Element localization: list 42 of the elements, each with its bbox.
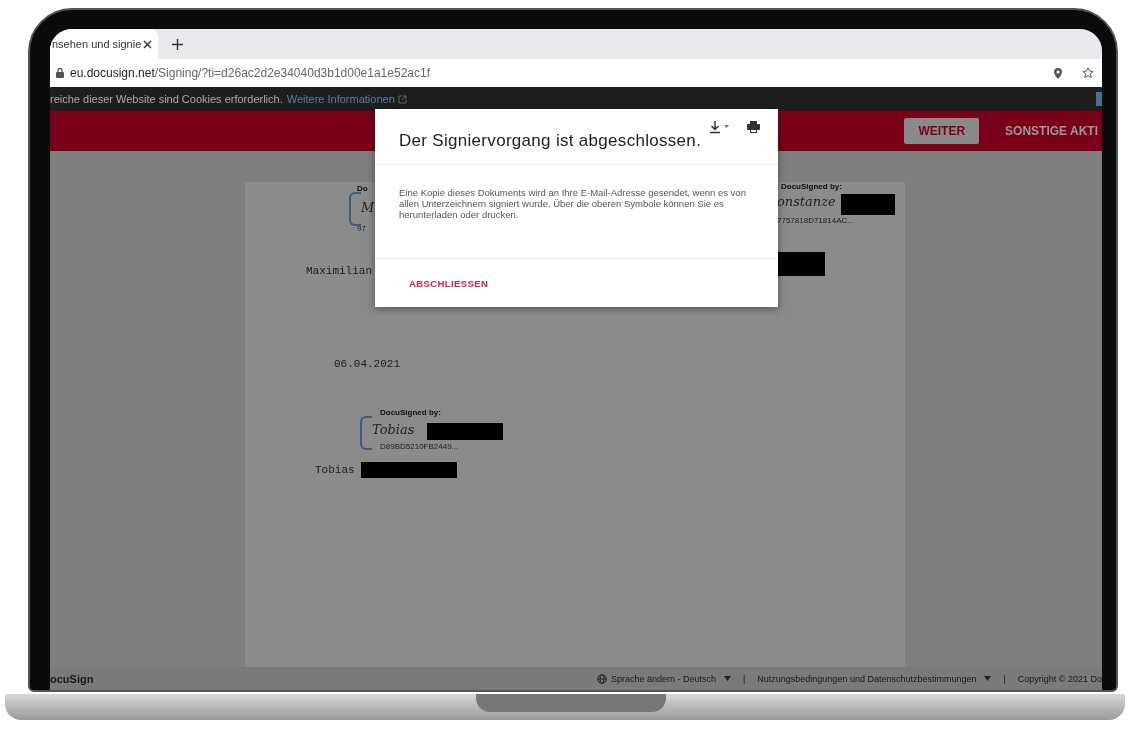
close-icon[interactable]: [143, 39, 152, 49]
signer-name: Tobias: [315, 464, 355, 476]
dialog-title: Der Signiervorgang ist abgeschlossen.: [399, 131, 702, 151]
star-icon[interactable]: [1082, 67, 1094, 79]
signature-caption: DocuSigned by:: [380, 408, 441, 417]
terms-menu[interactable]: Nutzungsbedingungen und Datenschutzbestimmungen: [757, 673, 992, 684]
signature: onstanze: [777, 194, 836, 209]
signature-id: 7757818D71814AC...: [777, 216, 854, 225]
globe-icon: [596, 673, 607, 684]
other-actions-button[interactable]: SONSTIGE AKTI: [1005, 124, 1098, 138]
signature-bracket: [360, 416, 372, 450]
signature-id: 97: [357, 224, 366, 233]
language-menu[interactable]: Sprache ändern - Deutsch: [596, 673, 731, 684]
signature-caption: DocuSigned by:: [781, 182, 842, 191]
caret-icon: [984, 676, 992, 681]
signature: Tobias: [372, 422, 415, 437]
download-icon[interactable]: [709, 121, 730, 134]
print-icon[interactable]: [747, 121, 761, 133]
signature: M: [361, 200, 375, 215]
copyright-text: Copyright © 2021 Do: [1017, 673, 1102, 684]
dialog-message: Eine Kopie dieses Dokuments wird an Ihre E-Mail-Adresse gesendet, wenn es von allen Unterzeichnern signiert wurde. Über die oberen Symbole können Sie es herunterladen oder drucken.: [399, 187, 746, 220]
signature-id: D89BD5210FB2449...: [380, 442, 459, 451]
brand-logo: ocuSign: [50, 672, 94, 685]
caret-icon: [723, 676, 731, 681]
cookie-notice: reiche dieser Website sind Cookies erforderlich.: [50, 93, 283, 105]
continue-button[interactable]: WEITER: [904, 118, 980, 144]
divider: |: [1003, 673, 1006, 684]
more-info-link[interactable]: Weitere Informationen: [286, 93, 395, 105]
divider: |: [742, 673, 746, 684]
signature-caption: Do: [357, 184, 368, 193]
url-text[interactable]: eu.docusign.net/Signing/?ti=d26ac2d2e34040d3b1d00e1a1e52ac1f: [70, 66, 430, 80]
redaction-bar: [841, 194, 895, 215]
signer-name: Maximilian: [306, 265, 372, 277]
finish-button[interactable]: ABSCHLIESSEN: [401, 273, 497, 293]
redaction-bar: [778, 252, 825, 276]
location-pin-icon[interactable]: [1054, 67, 1062, 79]
new-tab-icon[interactable]: [172, 38, 183, 50]
external-link-icon: [397, 94, 407, 104]
signature-bracket: [349, 192, 361, 226]
lock-icon: [56, 68, 64, 78]
browser-tab[interactable]: nsehen und signie: [50, 29, 158, 59]
signing-date: 06.04.2021: [334, 358, 400, 370]
